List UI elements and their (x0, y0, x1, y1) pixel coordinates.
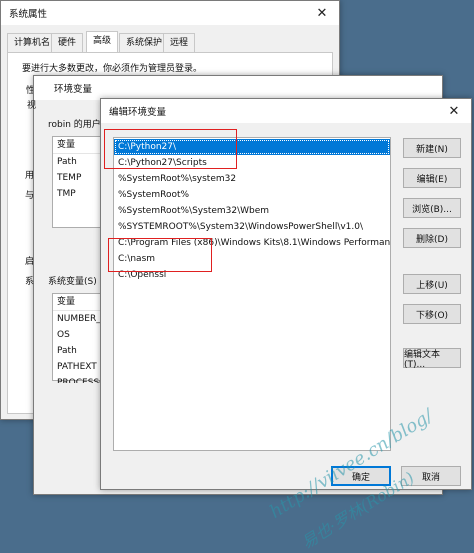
list-item[interactable]: Path (53, 343, 101, 359)
system-vars-list[interactable]: 变量 NUMBER_ OS Path PATHEXT PROCESSO (52, 293, 102, 383)
user-fragment: 用 (25, 171, 35, 181)
user-vars-header: 变量 (53, 137, 101, 154)
startup-fragment: 与 (25, 191, 35, 201)
system-properties-title: 系统属性 (9, 9, 48, 20)
path-list-item[interactable]: C:\nasm (114, 251, 390, 267)
user-vars-label: robin 的用户 (48, 120, 101, 130)
system-vars-label: 系统变量(S) (48, 277, 97, 287)
path-list-item[interactable]: %SYSTEMROOT%\System32\WindowsPowerShell\… (114, 219, 390, 235)
system-properties-tabstrip: 计算机名 硬件 高级 系统保护 远程 (7, 31, 333, 53)
path-list-item[interactable]: %SystemRoot%\System32\Wbem (114, 203, 390, 219)
tab-computer-name[interactable]: 计算机名 (7, 33, 58, 52)
move-down-button[interactable]: 下移(O) (403, 304, 461, 324)
close-icon[interactable]: ✕ (437, 99, 471, 123)
launch-fragment: 启 (25, 257, 35, 267)
path-list-item[interactable]: C:\Python27\ (114, 139, 390, 155)
list-item[interactable]: OS (53, 327, 101, 343)
delete-button[interactable]: 删除(D) (403, 228, 461, 248)
environment-variables-titlebar: 环境变量 (34, 76, 442, 100)
list-item[interactable]: PATHEXT (53, 359, 101, 375)
system-vars-header: 变量 (53, 294, 101, 311)
user-vars-list[interactable]: 变量 Path TEMP TMP (52, 136, 102, 228)
new-button[interactable]: 新建(N) (403, 138, 461, 158)
path-list[interactable]: C:\Python27\ C:\Python27\Scripts %System… (113, 137, 391, 451)
list-item[interactable]: NUMBER_ (53, 311, 101, 327)
sys-fragment: 系 (25, 277, 35, 287)
edit-button[interactable]: 编辑(E) (403, 168, 461, 188)
path-list-item[interactable]: C:\Openssl (114, 267, 390, 283)
path-list-item[interactable]: %SystemRoot%\system32 (114, 171, 390, 187)
path-list-item[interactable]: %SystemRoot% (114, 187, 390, 203)
edit-env-titlebar: 编辑环境变量 ✕ (101, 99, 471, 123)
list-item[interactable]: PROCESSO (53, 375, 101, 383)
environment-variables-title: 环境变量 (54, 84, 93, 95)
tab-advanced[interactable]: 高级 (86, 31, 119, 53)
browse-button[interactable]: 浏览(B)... (403, 198, 461, 218)
list-item[interactable]: TMP (53, 186, 101, 202)
edit-text-button[interactable]: 编辑文本(T)... (403, 348, 461, 370)
tab-system-protection[interactable]: 系统保护 (119, 33, 170, 52)
list-item[interactable]: TEMP (53, 170, 101, 186)
list-item[interactable]: Path (53, 154, 101, 170)
tab-hardware[interactable]: 硬件 (51, 33, 84, 52)
move-up-button[interactable]: 上移(U) (403, 274, 461, 294)
path-list-item[interactable]: C:\Program Files (x86)\Windows Kits\8.1\… (114, 235, 390, 251)
visual-label-fragment: 视 (27, 101, 37, 111)
edit-env-title: 编辑环境变量 (109, 107, 167, 118)
path-list-item[interactable]: C:\Python27\Scripts (114, 155, 390, 171)
admin-note: 要进行大多数更改，你必须作为管理员登录。 (22, 64, 203, 74)
tab-remote[interactable]: 远程 (163, 33, 196, 52)
close-icon[interactable]: ✕ (305, 1, 339, 25)
system-properties-titlebar: 系统属性 ✕ (1, 1, 339, 25)
